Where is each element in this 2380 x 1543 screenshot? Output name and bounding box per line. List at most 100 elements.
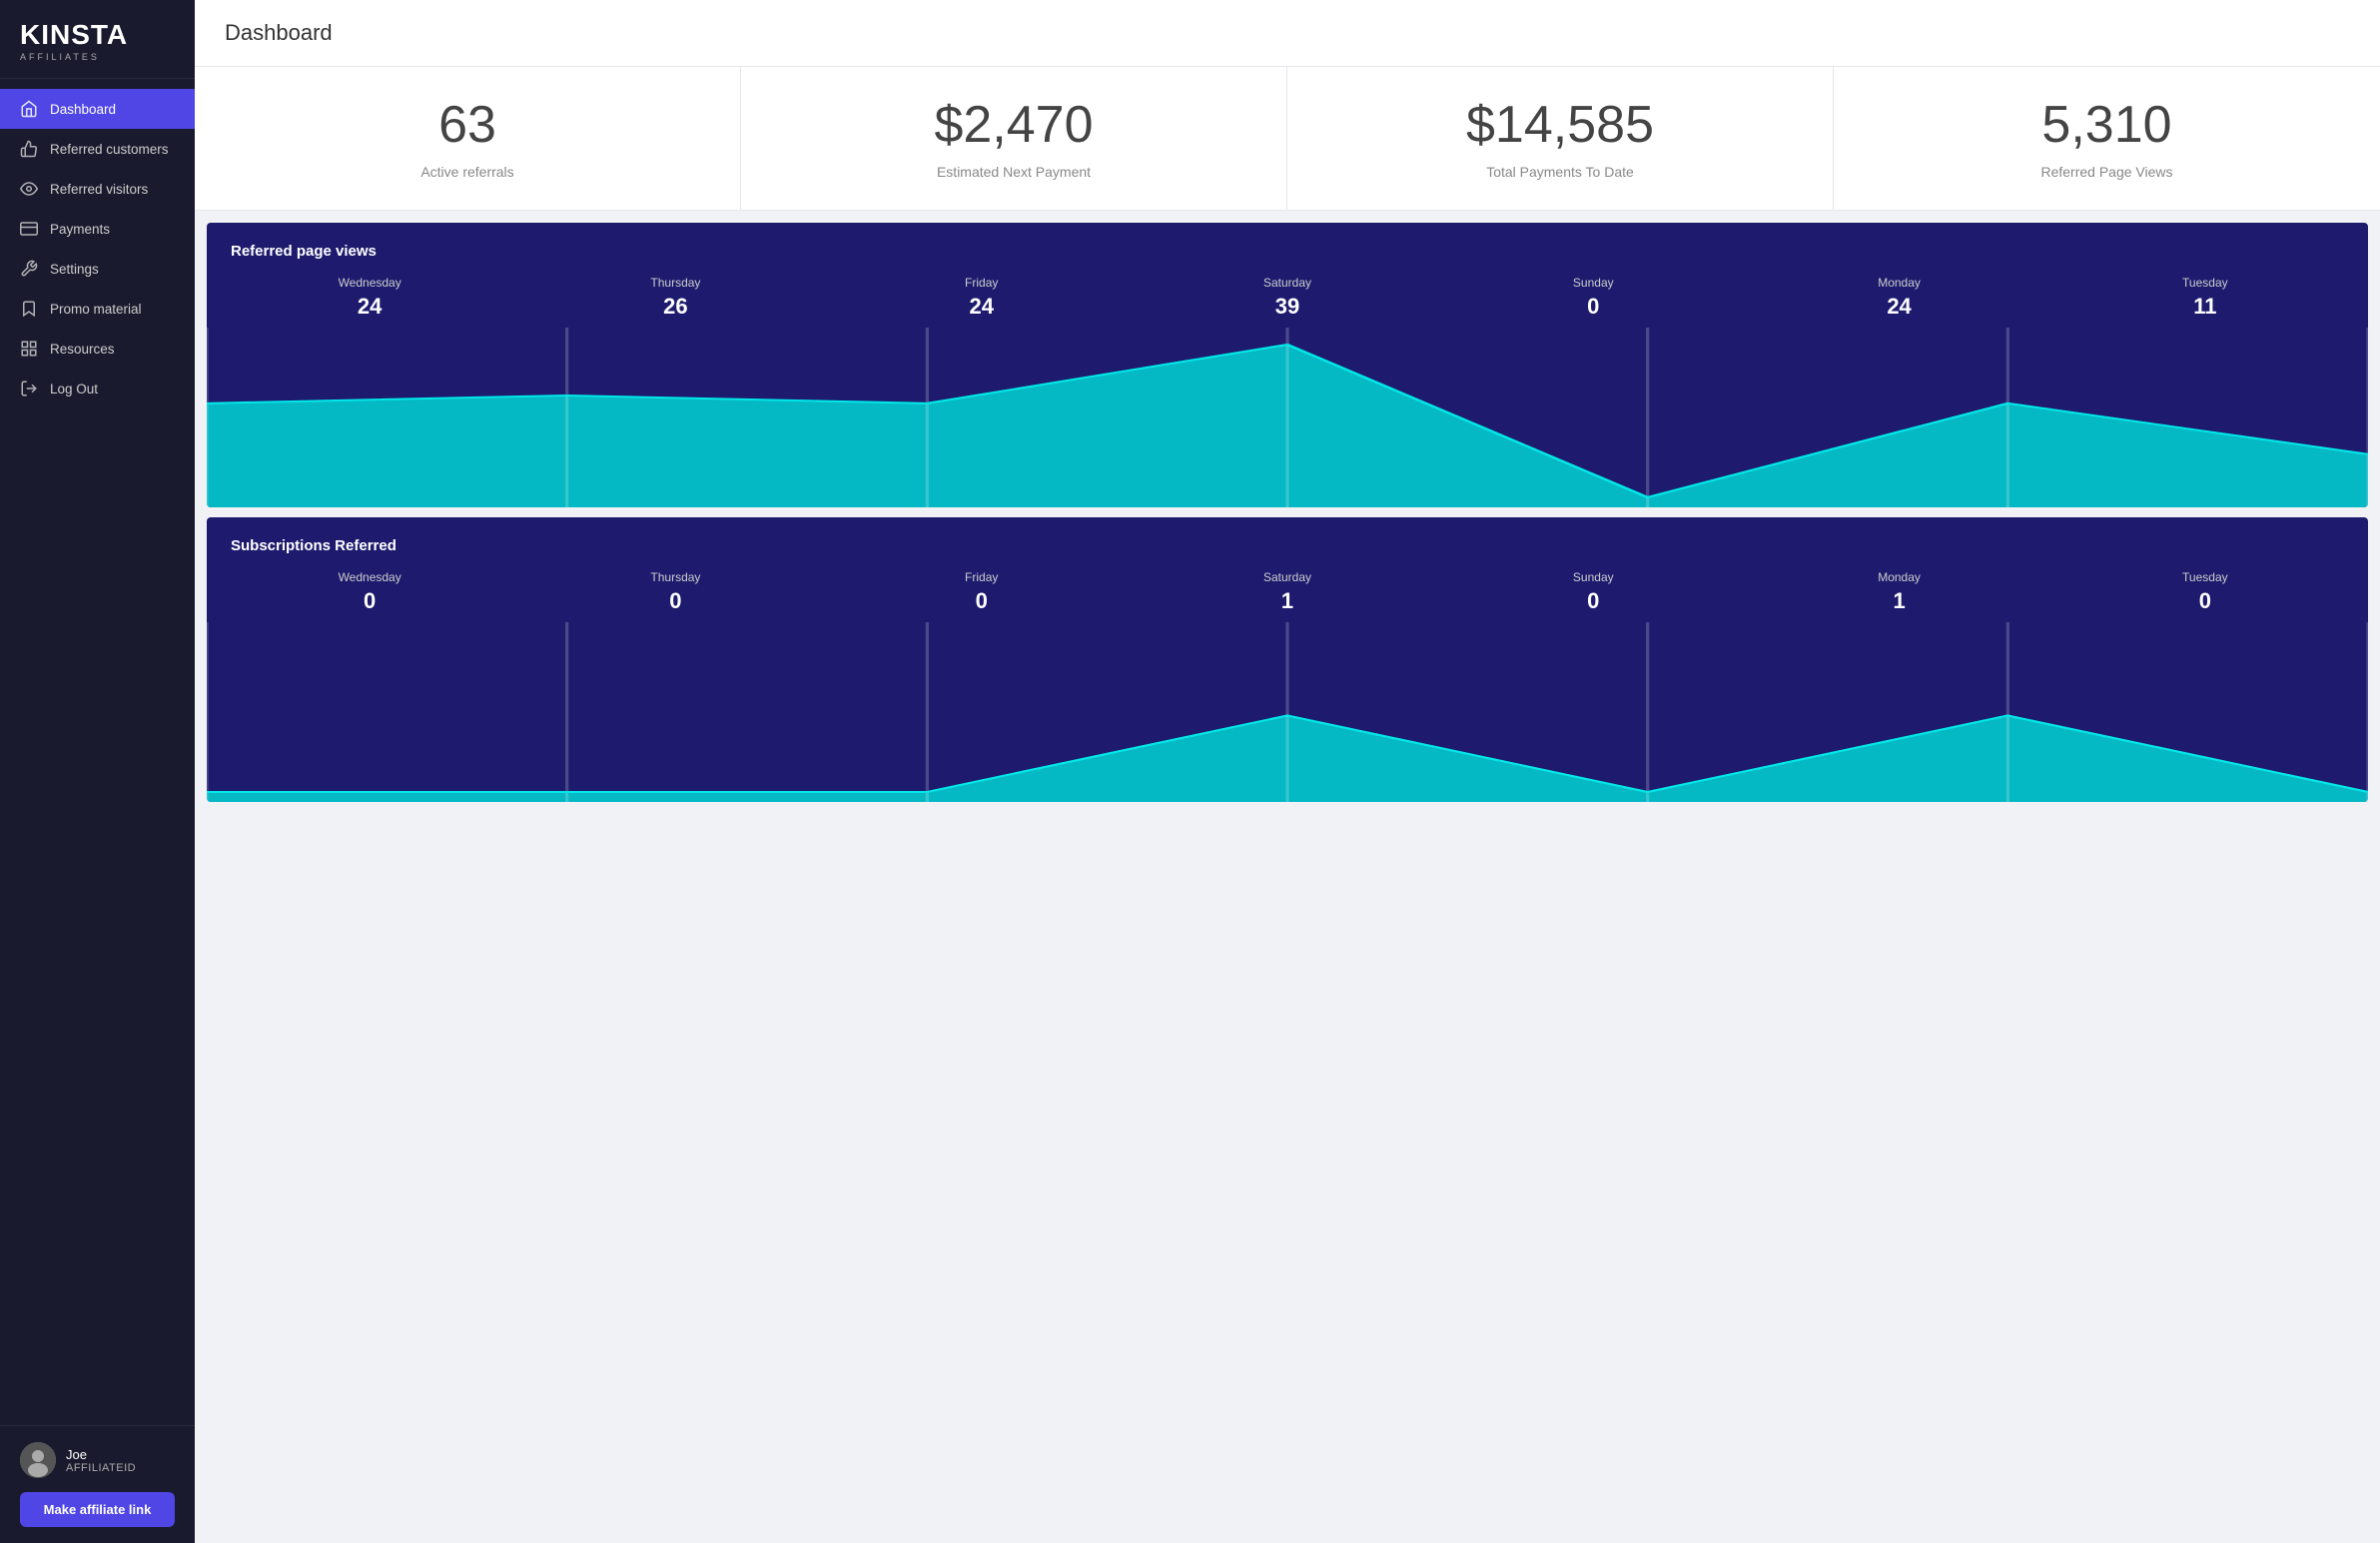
stat-value-page-views: 5,310 [1858,97,2356,154]
chart-day-item: Saturday 39 [1135,276,1440,320]
day-name: Thursday [522,570,828,584]
day-name: Sunday [1440,570,1746,584]
logout-icon [20,380,38,397]
day-value: 0 [2052,588,2358,614]
day-value: 0 [829,588,1135,614]
sidebar: KINSTA AFFILIATES Dashboard Referred cus… [0,0,195,1543]
chart2-svg [207,622,2368,802]
sidebar-label-dashboard: Dashboard [50,102,116,117]
sidebar-item-dashboard[interactable]: Dashboard [0,89,195,129]
stat-card-next-payment: $2,470 Estimated Next Payment [741,67,1287,210]
sidebar-item-referred-visitors[interactable]: Referred visitors [0,169,195,209]
day-name: Wednesday [217,276,522,290]
day-value: 24 [829,294,1135,320]
sidebar-label-resources: Resources [50,342,115,357]
chart1-area [207,328,2368,507]
day-name: Sunday [1440,276,1746,290]
day-value: 11 [2052,294,2358,320]
stat-label-next-payment: Estimated Next Payment [765,164,1262,180]
svg-text:KINSTA: KINSTA [20,19,128,50]
stat-card-active-referrals: 63 Active referrals [195,67,741,210]
card-icon [20,220,38,238]
day-value: 1 [1746,588,2051,614]
referred-page-views-chart: Referred page views Wednesday24Thursday2… [207,223,2368,507]
chart-day-item: Friday 0 [829,570,1135,614]
chart2-title: Subscriptions Referred [207,537,2368,570]
stat-value-active-referrals: 63 [219,97,716,154]
day-value: 24 [217,294,522,320]
subscriptions-referred-chart: Subscriptions Referred Wednesday0Thursda… [207,517,2368,802]
day-value: 1 [1135,588,1440,614]
day-value: 0 [217,588,522,614]
sidebar-label-settings: Settings [50,262,99,277]
sidebar-label-referred-visitors: Referred visitors [50,182,148,197]
chart-day-item: Sunday 0 [1440,276,1746,320]
chart1-days: Wednesday24Thursday26Friday24Saturday39S… [207,276,2368,320]
day-value: 0 [1440,588,1746,614]
day-name: Friday [829,570,1135,584]
chart1-title: Referred page views [207,243,2368,276]
eye-icon [20,180,38,198]
stats-grid: 63 Active referrals $2,470 Estimated Nex… [195,67,2380,211]
sidebar-item-referred-customers[interactable]: Referred customers [0,129,195,169]
sidebar-label-referred-customers: Referred customers [50,142,169,157]
day-value: 26 [522,294,828,320]
chart-day-item: Friday24 [829,276,1135,320]
make-affiliate-link-button[interactable]: Make affiliate link [20,1492,175,1527]
sidebar-footer: Joe AFFILIATEID Make affiliate link [0,1425,195,1543]
chart2-days: Wednesday0Thursday0Friday0Saturday1Sunda… [207,570,2368,614]
chart-day-item: Sunday 0 [1440,570,1746,614]
user-details: Joe AFFILIATEID [66,1447,136,1474]
chart-day-item: Thursday 26 [522,276,828,320]
chart-day-item: Tuesday 0 [2052,570,2358,614]
day-name: Monday [1746,276,2051,290]
stat-label-active-referrals: Active referrals [219,164,716,180]
day-name: Saturday [1135,276,1440,290]
day-name: Saturday [1135,570,1440,584]
day-name: Wednesday [217,570,522,584]
logo-sub: AFFILIATES [20,52,100,62]
day-value: 24 [1746,294,2051,320]
user-affiliate-id: AFFILIATEID [66,1462,136,1474]
chart-day-item: Monday 24 [1746,276,2051,320]
sidebar-label-payments: Payments [50,222,110,237]
chart-day-item: Saturday 1 [1135,570,1440,614]
chart2-area [207,622,2368,802]
grid-icon [20,340,38,358]
dashboard-content: 63 Active referrals $2,470 Estimated Nex… [195,67,2380,832]
day-value: 0 [522,588,828,614]
stat-label-total-payments: Total Payments To Date [1311,164,1809,180]
sidebar-item-settings[interactable]: Settings [0,249,195,289]
sidebar-item-payments[interactable]: Payments [0,209,195,249]
day-value: 39 [1135,294,1440,320]
wrench-icon [20,260,38,278]
user-name: Joe [66,1447,136,1462]
stat-label-page-views: Referred Page Views [1858,164,2356,180]
chart1-svg [207,328,2368,507]
avatar [20,1442,56,1478]
day-name: Tuesday [2052,570,2358,584]
sidebar-item-resources[interactable]: Resources [0,329,195,369]
main-header: Dashboard [195,0,2380,67]
sidebar-label-promo-material: Promo material [50,302,142,317]
stat-card-total-payments: $14,585 Total Payments To Date [1287,67,1834,210]
chart-day-item: Wednesday 0 [217,570,522,614]
chart-day-item: Thursday 0 [522,570,828,614]
chart-day-item: Monday 1 [1746,570,2051,614]
home-icon [20,100,38,118]
day-name: Tuesday [2052,276,2358,290]
chart-day-item: Tuesday 11 [2052,276,2358,320]
day-value: 0 [1440,294,1746,320]
sidebar-item-promo-material[interactable]: Promo material [0,289,195,329]
main-content: Dashboard 63 Active referrals $2,470 Est… [195,0,2380,1543]
day-name: Monday [1746,570,2051,584]
bookmark-icon [20,300,38,318]
logo-brand: KINSTA [20,18,130,50]
day-name: Thursday [522,276,828,290]
logo: KINSTA AFFILIATES [0,0,195,79]
sidebar-item-logout[interactable]: Log Out [0,369,195,408]
chart-day-item: Wednesday 24 [217,276,522,320]
page-title: Dashboard [225,20,2350,46]
stat-card-page-views: 5,310 Referred Page Views [1834,67,2380,210]
sidebar-label-logout: Log Out [50,382,98,396]
